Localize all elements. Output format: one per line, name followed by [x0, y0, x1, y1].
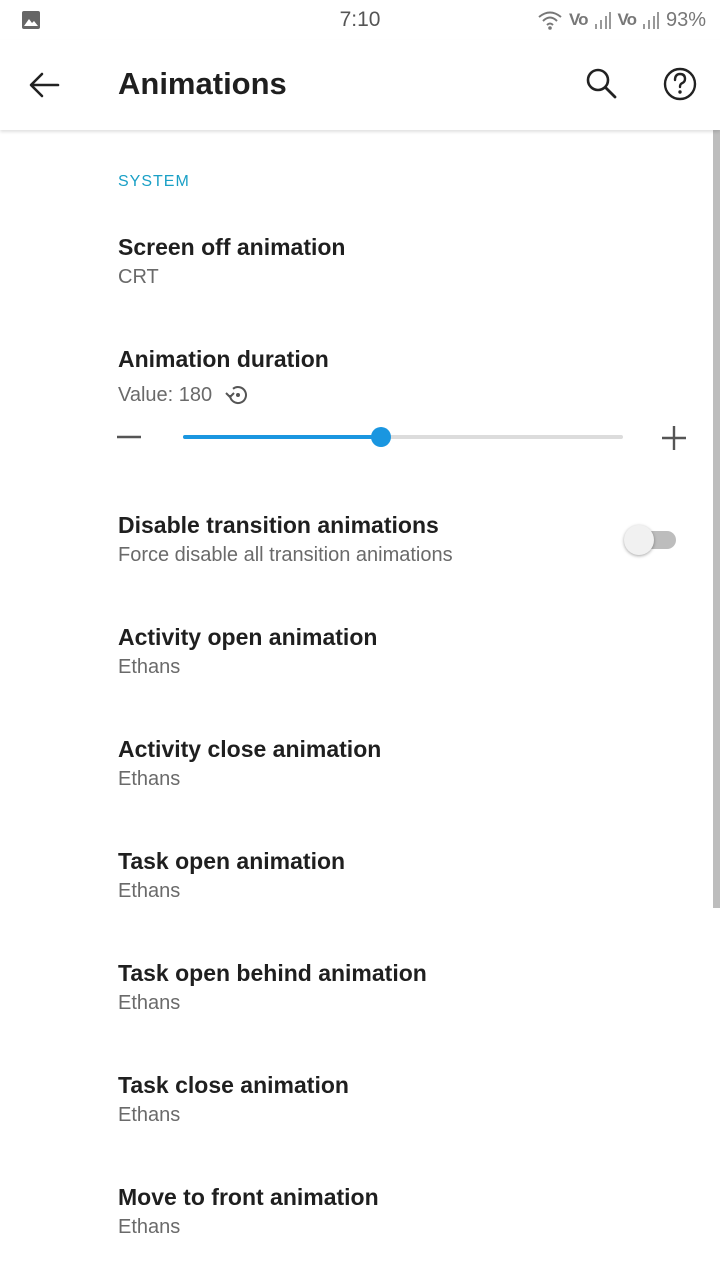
pref-task-open-behind-animation[interactable]: Task open behind animation Ethans: [118, 958, 618, 1018]
pref-summary: Ethans: [118, 992, 181, 1014]
status-bar: 7:10 Vo Vo 93%: [0, 0, 720, 40]
pref-title: Screen off animation: [118, 234, 346, 260]
toggle-thumb: [624, 525, 654, 555]
battery-level: 93%: [665, 8, 706, 31]
pref-title: Move to front animation: [118, 1184, 379, 1210]
status-icons: Vo Vo 93%: [537, 6, 706, 34]
pref-move-to-front-animation[interactable]: Move to front animation Ethans: [118, 1182, 618, 1242]
pref-summary: CRT: [118, 266, 159, 288]
pref-activity-close-animation[interactable]: Activity close animation Ethans: [118, 734, 618, 794]
restore-icon[interactable]: [224, 382, 250, 408]
pref-summary: Ethans: [118, 1104, 181, 1126]
section-header-system: SYSTEM: [118, 173, 190, 190]
pref-animation-duration: Animation duration Value: 180: [118, 344, 618, 410]
pref-task-close-animation[interactable]: Task close animation Ethans: [118, 1070, 618, 1130]
back-arrow-icon[interactable]: [20, 60, 70, 110]
plus-icon[interactable]: [660, 424, 688, 452]
pref-title: Disable transition animations: [118, 512, 439, 538]
disable-transitions-toggle[interactable]: [624, 525, 678, 555]
pref-screen-off-animation[interactable]: Screen off animation CRT: [118, 232, 618, 292]
search-icon[interactable]: [578, 60, 624, 106]
page-title: Animations: [118, 66, 287, 101]
slider-fill: [183, 435, 381, 439]
slider-thumb[interactable]: [371, 427, 391, 447]
signal-icon-2: [642, 12, 659, 29]
pref-task-open-animation[interactable]: Task open animation Ethans: [118, 846, 618, 906]
help-icon[interactable]: [656, 60, 704, 108]
minus-icon[interactable]: [116, 424, 142, 450]
pref-title: Task close animation: [118, 1072, 349, 1098]
pref-title: Task open behind animation: [118, 960, 427, 986]
pref-activity-open-animation[interactable]: Activity open animation Ethans: [118, 622, 618, 682]
duration-value: Value: 180: [118, 384, 213, 406]
volte-indicator-2: Vo: [617, 10, 637, 29]
pref-title: Animation duration: [118, 346, 329, 372]
duration-value-row: Value: 180: [118, 380, 618, 410]
wifi-icon: [538, 11, 562, 30]
volte-indicator-1: Vo: [569, 10, 588, 29]
pref-summary: Ethans: [118, 768, 181, 790]
pref-summary: Ethans: [118, 656, 181, 678]
pref-title: Task open animation: [118, 848, 346, 874]
signal-icon-1: [594, 12, 611, 29]
app-bar: Animations: [0, 40, 720, 130]
scrollbar[interactable]: [713, 130, 720, 908]
pref-title: Activity open animation: [118, 624, 378, 650]
pref-disable-transition-animations[interactable]: Disable transition animations Force disa…: [118, 510, 598, 570]
animation-duration-slider[interactable]: [183, 426, 623, 448]
pref-summary: Force disable all transition animations: [118, 544, 453, 566]
pref-title: Activity close animation: [118, 736, 382, 762]
pref-summary: Ethans: [118, 1216, 181, 1238]
settings-list[interactable]: SYSTEM Screen off animation CRT Animatio…: [0, 130, 720, 1280]
pref-summary: Ethans: [118, 880, 181, 902]
